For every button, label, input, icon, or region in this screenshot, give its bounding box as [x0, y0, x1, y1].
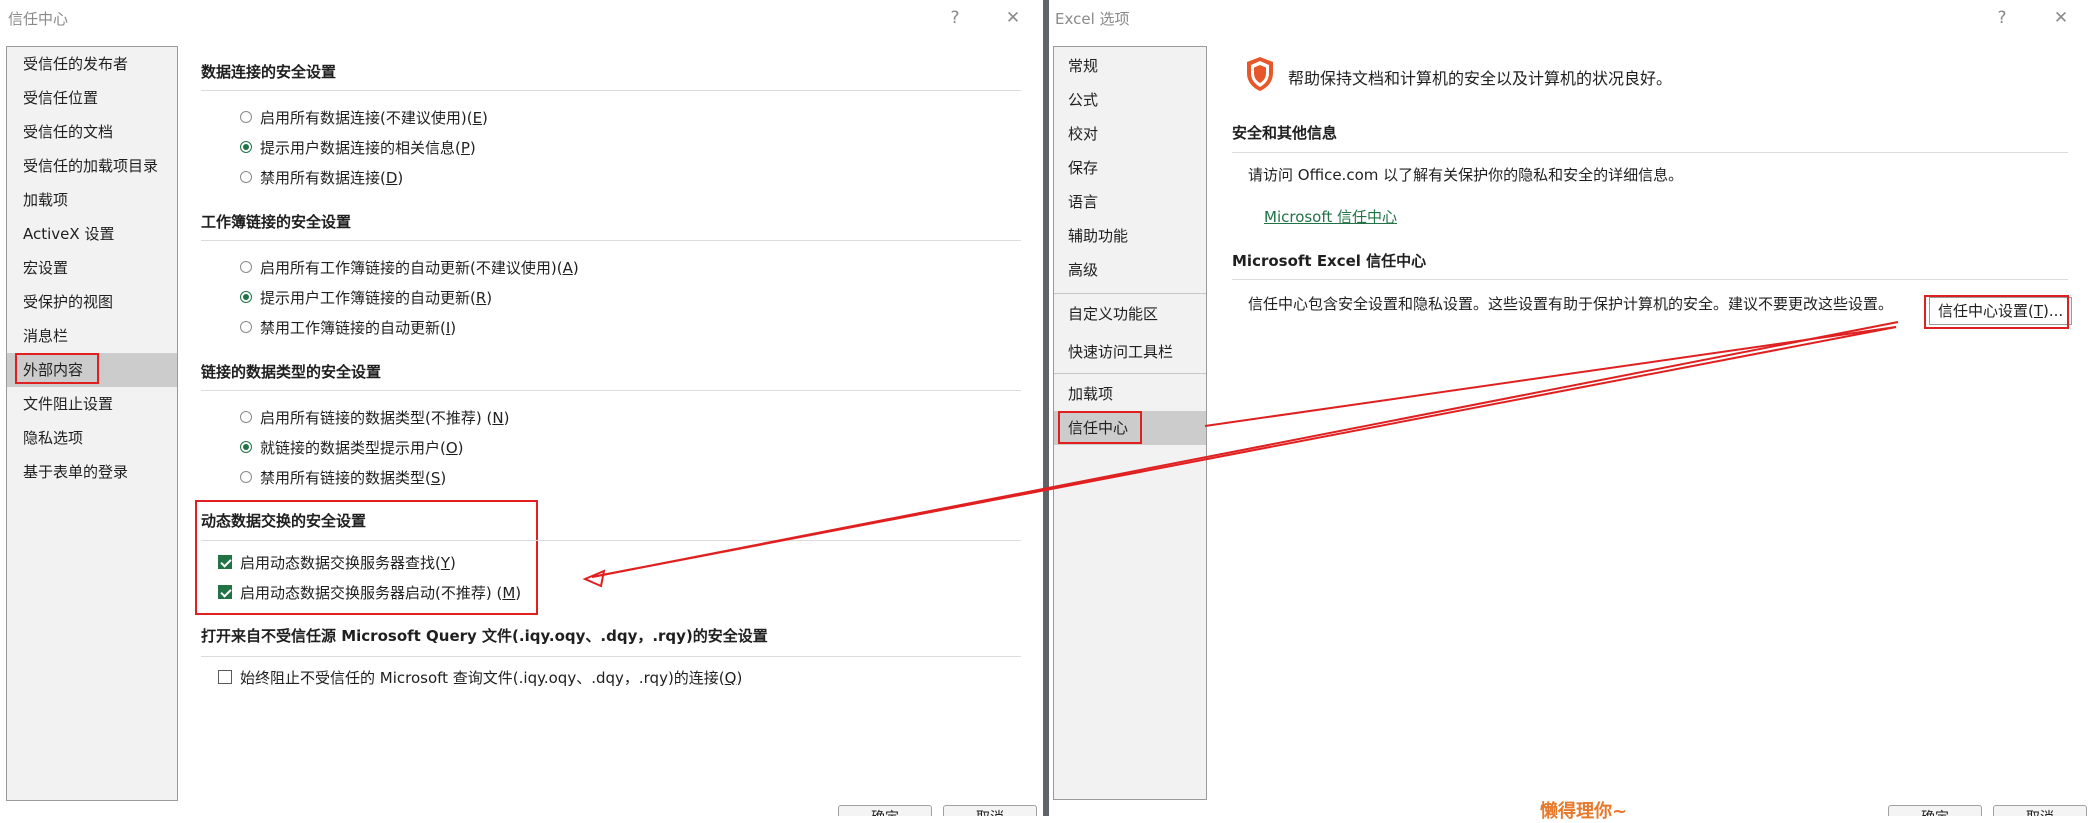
ok-button[interactable]: 确定 — [838, 805, 932, 816]
checkbox[interactable] — [218, 555, 232, 569]
radio-button[interactable] — [240, 441, 252, 453]
trust-center-description: 信任中心包含安全设置和隐私设置。这些设置有助于保护计算机的安全。建议不要更改这些… — [1248, 295, 1894, 313]
nav-item-language[interactable]: 语言 — [1054, 185, 1206, 219]
nav-item-advanced[interactable]: 高级 — [1054, 253, 1206, 287]
nav-item-proofing[interactable]: 校对 — [1054, 117, 1206, 151]
nav-divider — [1054, 293, 1206, 294]
highlight-box — [1058, 411, 1142, 444]
close-icon[interactable]: ✕ — [998, 4, 1028, 32]
nav-item-trusted-locations[interactable]: 受信任位置 — [7, 81, 177, 115]
section-title-excel-trust-center: Microsoft Excel 信任中心 — [1232, 252, 1427, 270]
nav-item-trusted-publishers[interactable]: 受信任的发布者 — [7, 47, 177, 81]
nav-item-activex-settings[interactable]: ActiveX 设置 — [7, 217, 177, 251]
highlight-box — [15, 353, 99, 384]
help-icon[interactable]: ? — [940, 4, 970, 32]
cancel-button[interactable]: 取消 — [1993, 805, 2087, 816]
trust-center-dialog: 信任中心 ? ✕ 受信任的发布者 受信任位置 受信任的文档 受信任的加载项目录 … — [0, 0, 1043, 816]
radio-button[interactable] — [240, 171, 252, 183]
divider — [1232, 152, 2068, 153]
watermark-text: 懒得理你~ — [1540, 801, 1628, 822]
nav-item-general[interactable]: 常规 — [1054, 49, 1206, 83]
section-title-dde: 动态数据交换的安全设置 — [201, 512, 367, 530]
divider — [201, 656, 1021, 657]
cancel-button[interactable]: 取消 — [943, 805, 1037, 816]
nav-item-macro-settings[interactable]: 宏设置 — [7, 251, 177, 285]
trust-center-nav: 受信任的发布者 受信任位置 受信任的文档 受信任的加载项目录 加载项 Activ… — [6, 46, 178, 801]
nav-item-quick-access-toolbar[interactable]: 快速访问工具栏 — [1054, 335, 1206, 369]
nav-item-protected-view[interactable]: 受保护的视图 — [7, 285, 177, 319]
divider — [201, 540, 1021, 541]
nav-item-formulas[interactable]: 公式 — [1054, 83, 1206, 117]
radio-button[interactable] — [240, 471, 252, 483]
section-title-data-connections: 数据连接的安全设置 — [201, 63, 337, 81]
ok-button[interactable]: 确定 — [1888, 805, 1982, 816]
radio-button[interactable] — [240, 111, 252, 123]
help-icon[interactable]: ? — [1987, 4, 2017, 32]
title-bar: Excel 选项 ? ✕ — [1049, 0, 2089, 36]
nav-item-trusted-addin-catalogs[interactable]: 受信任的加载项目录 — [7, 149, 177, 183]
title-bar: 信任中心 ? ✕ — [0, 0, 1043, 36]
window-title: Excel 选项 — [1055, 10, 1130, 28]
radio-button[interactable] — [240, 261, 252, 273]
microsoft-trust-center-link[interactable]: Microsoft 信任中心 — [1264, 206, 1397, 227]
window-title: 信任中心 — [8, 10, 69, 28]
nav-divider — [1054, 373, 1206, 374]
section-title-workbook-links: 工作簿链接的安全设置 — [201, 213, 352, 231]
nav-item-form-based-signin[interactable]: 基于表单的登录 — [7, 455, 177, 489]
nav-item-customize-ribbon[interactable]: 自定义功能区 — [1054, 297, 1206, 331]
radio-button[interactable] — [240, 291, 252, 303]
divider — [201, 390, 1021, 391]
section-title-security-info: 安全和其他信息 — [1232, 124, 1338, 142]
nav-item-message-bar[interactable]: 消息栏 — [7, 319, 177, 353]
radio-button[interactable] — [240, 141, 252, 153]
checkbox[interactable] — [218, 670, 232, 684]
divider — [201, 90, 1021, 91]
divider — [1232, 279, 2068, 280]
highlight-box — [1924, 295, 2069, 329]
nav-item-accessibility[interactable]: 辅助功能 — [1054, 219, 1206, 253]
trust-center-header-text: 帮助保持文档和计算机的安全以及计算机的状况良好。 — [1288, 69, 1673, 88]
nav-item-save[interactable]: 保存 — [1054, 151, 1206, 185]
radio-button[interactable] — [240, 321, 252, 333]
radio-button[interactable] — [240, 411, 252, 423]
nav-item-addins[interactable]: 加载项 — [1054, 377, 1206, 411]
section-title-microsoft-query: 打开来自不受信任源 Microsoft Query 文件(.iqy.oqy、.d… — [201, 627, 768, 645]
nav-item-trusted-documents[interactable]: 受信任的文档 — [7, 115, 177, 149]
nav-item-privacy-options[interactable]: 隐私选项 — [7, 421, 177, 455]
divider — [201, 240, 1021, 241]
nav-item-file-block-settings[interactable]: 文件阻止设置 — [7, 387, 177, 421]
nav-item-addins[interactable]: 加载项 — [7, 183, 177, 217]
checkbox[interactable] — [218, 585, 232, 599]
section-title-linked-data-types: 链接的数据类型的安全设置 — [201, 363, 382, 381]
excel-options-dialog: Excel 选项 ? ✕ 常规 公式 校对 保存 语言 辅助功能 高级 自定义功… — [1049, 0, 2089, 816]
shield-icon — [1245, 56, 1275, 96]
security-info-text: 请访问 Office.com 以了解有关保护你的隐私和安全的详细信息。 — [1248, 166, 1684, 184]
close-icon[interactable]: ✕ — [2046, 4, 2076, 32]
